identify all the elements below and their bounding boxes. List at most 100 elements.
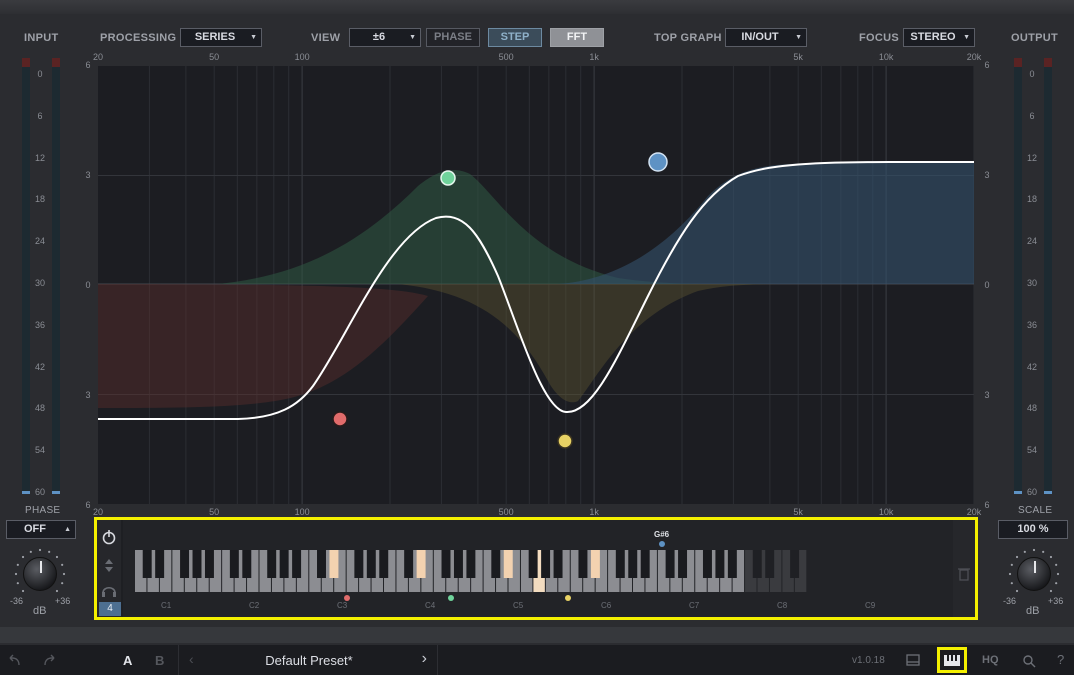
processing-dropdown[interactable]: SERIES ▼ (180, 28, 262, 47)
knob-tick (14, 572, 18, 576)
chevron-right-icon[interactable]: › (422, 650, 427, 668)
high-shelf-band-fill (558, 162, 974, 284)
piano-black-key[interactable] (180, 550, 190, 578)
freq-label-top: 1k (589, 52, 599, 62)
bottom-panel-icon[interactable] (904, 651, 922, 669)
ab-slot-b[interactable]: B (155, 653, 164, 668)
output-meter-tick: 42 (1026, 361, 1037, 372)
db-label-left: 3 (85, 170, 91, 180)
piano-black-key[interactable] (453, 550, 463, 578)
band-node-high-shelf[interactable] (648, 152, 668, 172)
octave-stepper-icon[interactable] (97, 556, 121, 576)
band-node-peak-yellow[interactable] (557, 433, 573, 449)
eq-graph[interactable] (98, 66, 975, 504)
piano-black-key[interactable] (292, 550, 302, 578)
piano-black-key[interactable] (491, 550, 501, 578)
band-node-low-shelf[interactable] (332, 411, 348, 427)
piano-black-key[interactable] (615, 550, 625, 578)
knob-tick (1049, 589, 1053, 593)
redo-icon[interactable] (40, 652, 58, 670)
phase-view-button[interactable]: PHASE (426, 28, 480, 47)
piano-keys[interactable]: C1 C2 C3 C4 C5 C6 C7 C8 C9 G#6 (123, 520, 953, 617)
input-meter-tick: 12 (34, 152, 45, 163)
preset-selector[interactable]: ‹ Default Preset* › (178, 645, 438, 675)
piano-black-key[interactable] (665, 550, 675, 578)
view-label: VIEW (311, 32, 341, 44)
piano-black-key[interactable] (416, 550, 426, 578)
undo-icon[interactable] (6, 652, 24, 670)
freq-label-top: 5k (793, 52, 803, 62)
piano-black-key[interactable] (590, 550, 600, 578)
piano-black-key[interactable] (204, 550, 214, 578)
piano-black-key[interactable] (404, 550, 414, 578)
footer-bar: A B ‹ Default Preset* › v1.0.18 HQ ? (0, 645, 1074, 675)
piano-black-key[interactable] (503, 550, 513, 578)
phase-dropdown[interactable]: OFF ▲ (6, 520, 76, 539)
piano-black-key[interactable] (765, 550, 775, 578)
piano-black-key[interactable] (317, 550, 326, 578)
resize-bar[interactable] (0, 627, 1074, 643)
piano-black-key[interactable] (155, 550, 165, 578)
db-label-right: 3 (984, 390, 990, 400)
top-graph-value: IN/OUT (741, 31, 779, 43)
eq-graph-svg[interactable] (98, 66, 975, 504)
power-icon[interactable] (97, 526, 121, 550)
piano-black-key[interactable] (541, 550, 551, 578)
piano-black-key[interactable] (702, 550, 712, 578)
piano-black-key[interactable] (628, 550, 638, 578)
piano-black-key[interactable] (640, 550, 650, 578)
knob-indicator (40, 561, 42, 573)
piano-black-key[interactable] (267, 550, 277, 578)
piano-black-key[interactable] (192, 550, 202, 578)
scale-field[interactable]: 100 % (998, 520, 1068, 539)
freq-label-bottom: 500 (498, 507, 514, 517)
view-dropdown[interactable]: ±6 ▼ (349, 28, 421, 47)
piano-keyboard-panel: 4 C1 C2 C3 C4 C5 C6 C7 C8 C9 G#6 (94, 517, 978, 620)
piano-black-key[interactable] (528, 550, 538, 578)
piano-black-key[interactable] (242, 550, 252, 578)
ab-slot-a[interactable]: A (123, 653, 132, 668)
top-graph-dropdown[interactable]: IN/OUT ▼ (725, 28, 807, 47)
trash-icon[interactable] (953, 564, 975, 584)
chevron-down-icon: ▼ (795, 34, 802, 41)
piano-black-key[interactable] (752, 550, 762, 578)
piano-black-key[interactable] (366, 550, 376, 578)
piano-black-key[interactable] (379, 550, 389, 578)
piano-black-key[interactable] (578, 550, 588, 578)
band-node-peak-green[interactable] (440, 170, 456, 186)
input-meter-tick: 60 (34, 487, 45, 497)
step-view-button[interactable]: STEP (488, 28, 542, 47)
piano-black-key[interactable] (441, 550, 451, 578)
piano-black-key[interactable] (553, 550, 563, 578)
piano-black-key[interactable] (715, 550, 725, 578)
piano-black-key[interactable] (142, 550, 152, 578)
preset-name[interactable]: Default Preset* (179, 653, 439, 668)
piano-black-key[interactable] (279, 550, 289, 578)
piano-black-key[interactable] (466, 550, 476, 578)
knob-tick (16, 563, 19, 566)
hq-button[interactable]: HQ (982, 654, 999, 666)
focus-dropdown[interactable]: STEREO ▼ (903, 28, 975, 47)
input-gain-knob[interactable] (23, 557, 57, 591)
db-label-left: 6 (85, 500, 91, 510)
piano-black-key[interactable] (329, 550, 339, 578)
piano-black-key[interactable] (790, 550, 800, 578)
top-strip (0, 0, 1074, 14)
octave-value[interactable]: 4 (99, 602, 121, 616)
scale-knob[interactable] (1017, 557, 1051, 591)
headphones-icon[interactable] (97, 580, 121, 600)
piano-black-key[interactable] (678, 550, 688, 578)
output-meter-left (1014, 58, 1022, 494)
search-icon[interactable] (1021, 653, 1037, 669)
fft-view-button[interactable]: FFT (550, 28, 604, 47)
piano-black-key[interactable] (727, 550, 737, 578)
db-label-right: 3 (984, 170, 990, 180)
chevron-up-icon: ▲ (64, 526, 71, 533)
output-meter-tick: 54 (1026, 445, 1037, 456)
help-button[interactable]: ? (1057, 652, 1064, 667)
keyboard-toggle-button[interactable] (937, 647, 967, 673)
piano-black-key[interactable] (229, 550, 239, 578)
knob-tick (55, 555, 59, 559)
output-meter-tick: 36 (1026, 319, 1037, 330)
piano-black-key[interactable] (354, 550, 364, 578)
